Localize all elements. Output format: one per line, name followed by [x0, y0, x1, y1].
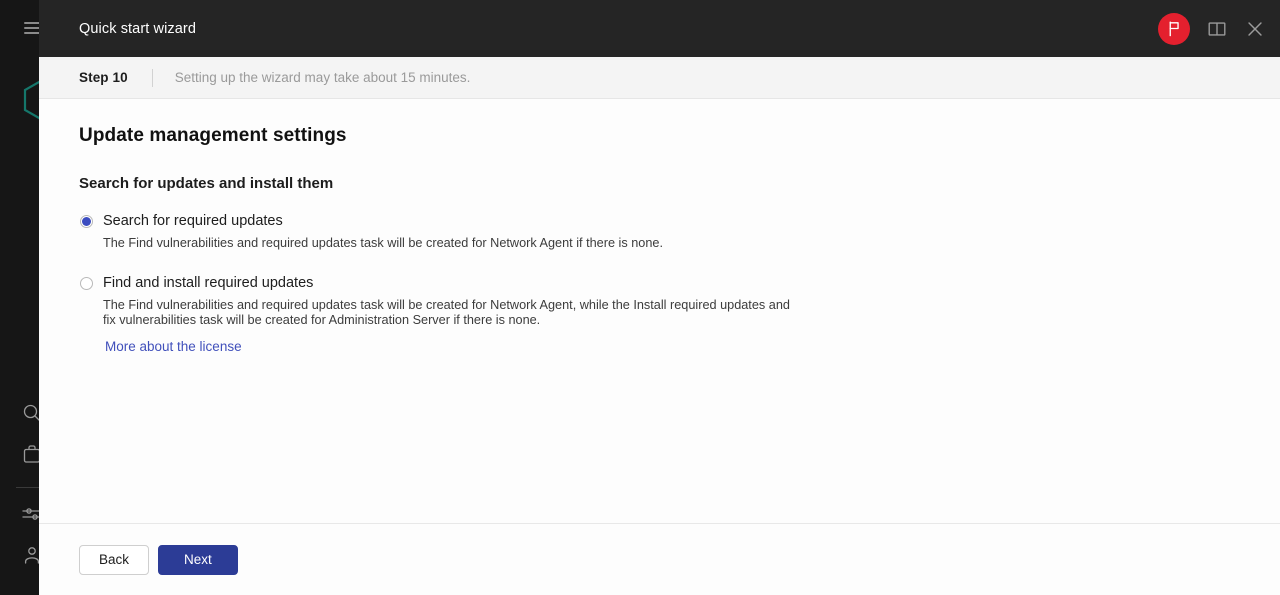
step-bar-divider [151, 68, 153, 87]
back-button[interactable]: Back [79, 544, 150, 575]
radio-description-search-required-updates: The Find vulnerabilities and required up… [103, 236, 663, 250]
wizard-footer: Back Next [39, 523, 1280, 595]
next-button[interactable]: Next [158, 544, 238, 575]
close-icon[interactable] [1244, 18, 1266, 40]
wizard-header-actions [1158, 12, 1266, 45]
wizard-header: Quick start wizard [39, 0, 1280, 57]
wizard-step-bar: Step 10 Setting up the wizard may take a… [39, 57, 1280, 99]
quick-start-wizard-modal: Quick start wizard Step 10 Setting up th… [39, 0, 1280, 595]
radio-option-find-install-updates: Find and install required updates The Fi… [79, 274, 1240, 356]
app-root: Quick start wizard Step 10 Setting up th… [0, 0, 1280, 595]
wizard-body: Update management settings Search for up… [39, 99, 1280, 523]
app-sidebar-rail [0, 0, 56, 595]
radio-row[interactable]: Find and install required updates [79, 274, 1240, 292]
radio-description-find-install-required-updates: The Find vulnerabilities and required up… [103, 297, 790, 328]
radio-find-install-required-updates[interactable] [80, 276, 93, 290]
radio-row[interactable]: Search for required updates [79, 212, 1240, 230]
step-number-label: Step 10 [79, 70, 128, 85]
step-description: Setting up the wizard may take about 15 … [174, 70, 471, 85]
more-about-license-link[interactable]: More about the license [105, 339, 242, 354]
wizard-title: Quick start wizard [79, 20, 197, 37]
flag-icon[interactable] [1158, 12, 1190, 45]
radio-search-required-updates[interactable] [80, 215, 93, 228]
page-title: Update management settings [79, 125, 347, 146]
radio-option-search-updates: Search for required updates The Find vul… [79, 212, 1240, 252]
radio-label-find-install-required-updates[interactable]: Find and install required updates [103, 274, 313, 292]
book-icon[interactable] [1206, 18, 1228, 40]
radio-label-search-required-updates[interactable]: Search for required updates [103, 212, 283, 230]
section-title: Search for updates and install them [79, 175, 334, 192]
